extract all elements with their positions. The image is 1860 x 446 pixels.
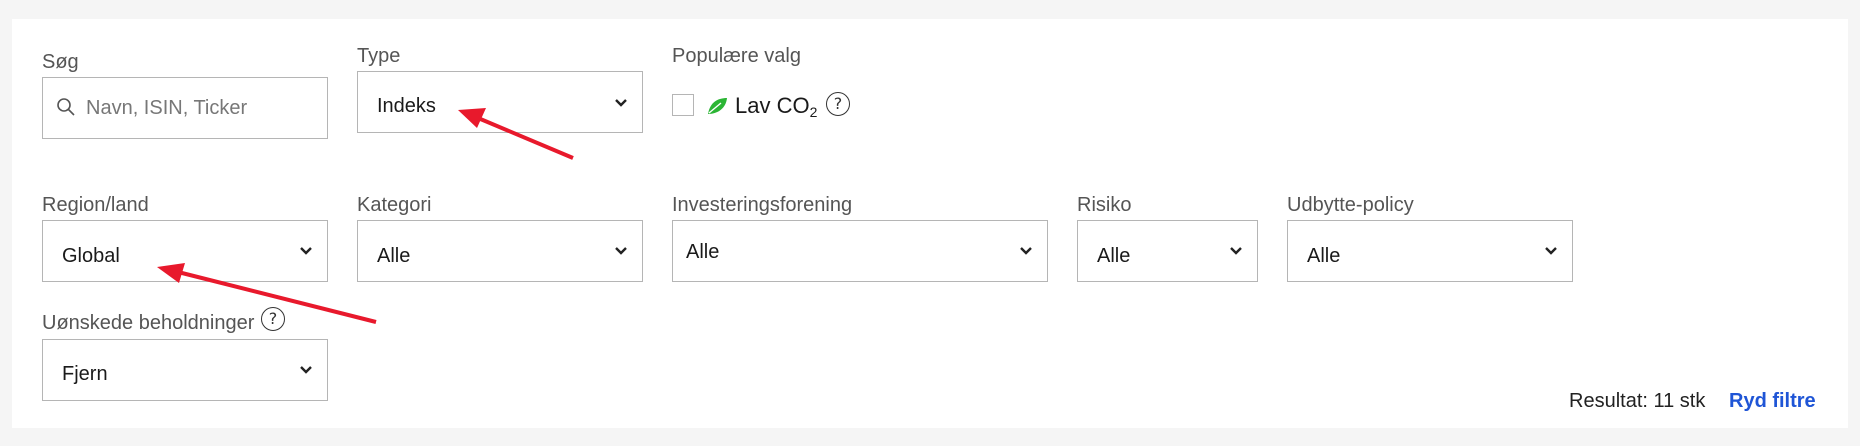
filter-panel: Søg Navn, ISIN, Ticker Type Indeks Popul…	[12, 19, 1848, 428]
search-label: Søg	[42, 51, 79, 73]
investment-association-value: Alle	[686, 241, 720, 263]
risk-value: Alle	[1097, 245, 1131, 267]
chevron-down-icon	[1020, 247, 1032, 255]
dividend-policy-select[interactable]: Alle	[1287, 220, 1573, 282]
investment-association-label: Investeringsforening	[672, 194, 853, 216]
type-label: Type	[357, 45, 401, 67]
leaf-icon	[708, 98, 727, 114]
region-select[interactable]: Global	[42, 220, 328, 282]
category-value: Alle	[377, 245, 411, 267]
unwanted-holdings-value: Fjern	[62, 363, 108, 385]
investment-association-select[interactable]: Alle	[672, 220, 1048, 282]
result-count: Resultat: 11 stk	[1569, 390, 1706, 412]
chevron-down-icon	[300, 366, 312, 374]
chevron-down-icon	[300, 247, 312, 255]
unwanted-holdings-label: Uønskede beholdninger	[42, 312, 255, 334]
region-value: Global	[62, 245, 120, 267]
type-select[interactable]: Indeks	[357, 71, 643, 133]
help-icon[interactable]: ?	[826, 92, 850, 116]
clear-filters-link[interactable]: Ryd filtre	[1729, 390, 1816, 413]
region-label: Region/land	[42, 194, 149, 216]
popular-label: Populære valg	[672, 45, 801, 67]
search-placeholder: Navn, ISIN, Ticker	[86, 97, 248, 119]
unwanted-holdings-select[interactable]: Fjern	[42, 339, 328, 401]
dividend-policy-label: Udbytte-policy	[1287, 194, 1414, 216]
help-icon[interactable]: ?	[261, 307, 285, 331]
dividend-policy-value: Alle	[1307, 245, 1341, 267]
low-co2-checkbox[interactable]	[672, 94, 694, 116]
category-select[interactable]: Alle	[357, 220, 643, 282]
search-input[interactable]: Navn, ISIN, Ticker	[42, 77, 328, 139]
risk-label: Risiko	[1077, 194, 1132, 216]
category-label: Kategori	[357, 194, 432, 216]
risk-select[interactable]: Alle	[1077, 220, 1258, 282]
chevron-down-icon	[1545, 247, 1557, 255]
low-co2-label[interactable]: Lav CO2	[735, 94, 817, 124]
search-icon	[57, 98, 75, 116]
type-value: Indeks	[377, 95, 436, 117]
chevron-down-icon	[615, 247, 627, 255]
chevron-down-icon	[1230, 247, 1242, 255]
chevron-down-icon	[615, 99, 627, 107]
